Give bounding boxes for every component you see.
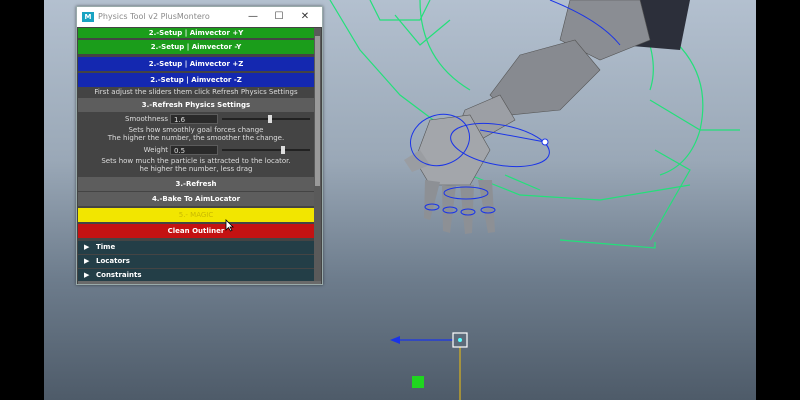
minimize-button[interactable]: — [240, 7, 266, 27]
weight-slider[interactable] [222, 146, 310, 154]
frame-constraints[interactable]: ▶ Constraints [78, 269, 314, 281]
setup-aimvector-ny-button[interactable]: 2.-Setup | Aimvector -Y [78, 40, 314, 54]
horizontal-scrollbar[interactable] [78, 281, 321, 284]
frame-locators[interactable]: ▶ Locators [78, 255, 314, 268]
close-button[interactable]: ✕ [292, 7, 318, 27]
smoothness-description-2: The higher the number, the smoother the … [107, 134, 285, 142]
move-manipulator[interactable] [390, 332, 468, 400]
setup-aimvector-pz-button[interactable]: 2.-Setup | Aimvector +Z [78, 57, 314, 71]
setup-button-label: 2.-Setup | Aimvector -Z [150, 76, 242, 84]
green-locator-icon[interactable] [412, 376, 424, 388]
bake-label: 4.-Bake To AimLocator [151, 195, 241, 203]
expand-arrow-icon: ▶ [84, 243, 90, 251]
smoothness-slider-handle[interactable] [268, 115, 273, 123]
window-title: Physics Tool v2 PlusMontero [98, 12, 210, 21]
maximize-button[interactable]: ☐ [266, 7, 292, 27]
expand-arrow-icon: ▶ [84, 257, 90, 265]
smoothness-slider[interactable] [222, 115, 310, 123]
smoothness-field[interactable]: 1.6 [170, 114, 218, 124]
refresh-button[interactable]: 3.-Refresh [78, 177, 314, 191]
character-arm-mesh[interactable] [404, 0, 690, 234]
setup-button-label: 2.-Setup | Aimvector +Z [148, 60, 244, 68]
setup-aimvector-nz-button[interactable]: 2.-Setup | Aimvector -Z [78, 73, 314, 87]
vertical-scrollbar[interactable] [314, 28, 321, 281]
frame-label: Locators [96, 257, 130, 265]
weight-slider-handle[interactable] [280, 146, 285, 154]
magic-button[interactable]: 5.- MAGIC [78, 208, 314, 222]
blue-axis-arrow-icon[interactable] [390, 336, 400, 344]
refresh-settings-label: 3.-Refresh Physics Settings [141, 101, 251, 109]
setup-button-label: 2.-Setup | Aimvector +Y [148, 29, 244, 37]
weight-description-2: he higher the number, less drag [139, 165, 253, 173]
instruction-text: First adjust the sliders them click Refr… [94, 88, 298, 96]
setup-aimvector-py-button[interactable]: 2.-Setup | Aimvector +Y [78, 28, 314, 38]
scrollbar-thumb[interactable] [315, 36, 320, 186]
refresh-label: 3.-Refresh [175, 180, 217, 188]
smoothness-label: Smoothness [124, 115, 168, 123]
frame-time[interactable]: ▶ Time [78, 241, 314, 254]
magic-label: 5.- MAGIC [178, 211, 214, 219]
app-icon: M [82, 12, 94, 22]
screen: M Physics Tool v2 PlusMontero — ☐ ✕ 2.-S… [0, 0, 800, 400]
expand-arrow-icon: ▶ [84, 271, 90, 279]
setup-button-label: 2.-Setup | Aimvector -Y [150, 43, 242, 51]
tool-panel: 2.-Setup | Aimvector +Y 2.-Setup | Aimve… [78, 28, 314, 281]
clean-outliner-label: Clean Outliner [167, 227, 225, 235]
weight-label: Weight [143, 146, 168, 154]
physics-tool-window: M Physics Tool v2 PlusMontero — ☐ ✕ 2.-S… [76, 6, 323, 285]
refresh-physics-settings-button[interactable]: 3.-Refresh Physics Settings [78, 98, 314, 112]
weight-field[interactable]: 0.5 [170, 145, 218, 155]
clean-outliner-button[interactable]: Clean Outliner [78, 224, 314, 238]
bake-to-aimlocator-button[interactable]: 4.-Bake To AimLocator [78, 192, 314, 206]
frame-label: Time [96, 243, 116, 251]
control-handle-icon[interactable] [541, 138, 549, 146]
window-titlebar[interactable]: M Physics Tool v2 PlusMontero — ☐ ✕ [77, 7, 322, 27]
mouse-cursor-icon [225, 219, 234, 232]
frame-label: Constraints [96, 271, 142, 279]
